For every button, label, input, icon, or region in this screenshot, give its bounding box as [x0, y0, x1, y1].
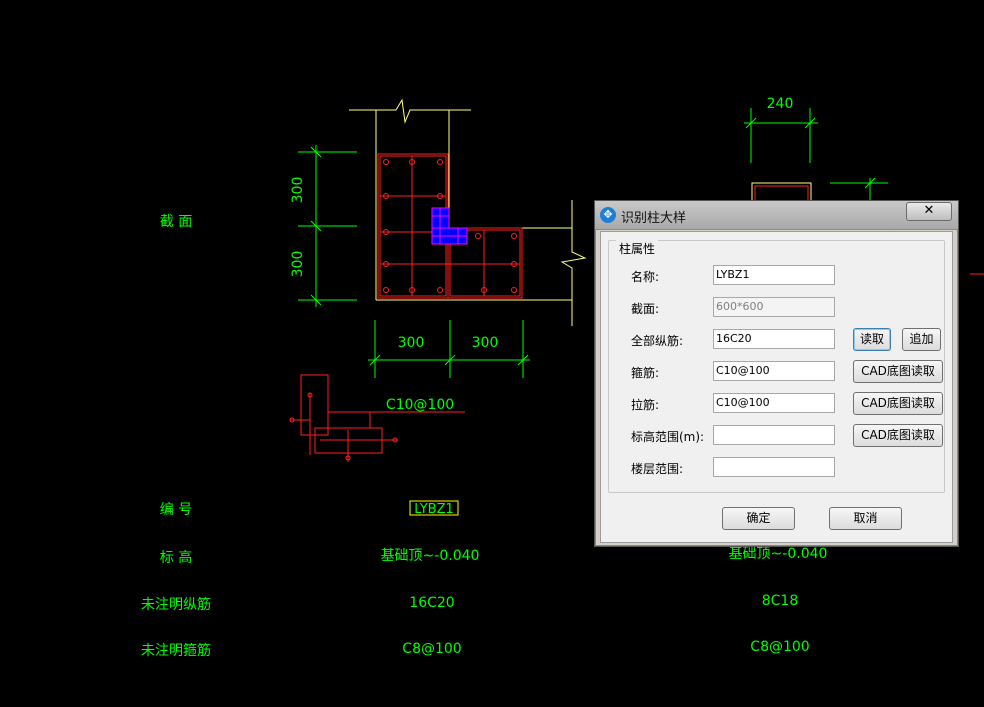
- name-label: 名称:: [631, 270, 660, 284]
- floor-range-field[interactable]: [713, 457, 835, 477]
- highlight-core-grid: [431, 207, 468, 245]
- read-button[interactable]: 读取: [853, 328, 891, 351]
- dialog-body: 柱属性 名称: LYBZ1 截面: 600*600 全部纵筋: 16C20 读取…: [600, 231, 953, 543]
- stirrup-label: 箍筋:: [631, 366, 660, 380]
- all-long-rebar-field[interactable]: 16C20: [713, 329, 835, 349]
- dimension-text-v-top: 300: [290, 177, 306, 204]
- row-label-id: 编 号: [160, 502, 192, 518]
- column-properties-group: 柱属性 名称: LYBZ1 截面: 600*600 全部纵筋: 16C20 读取…: [608, 240, 945, 493]
- floor-range-label: 楼层范围:: [631, 462, 684, 476]
- column1-elevation[interactable]: 基础顶~-0.040: [381, 547, 480, 564]
- append-button[interactable]: 追加: [902, 328, 941, 351]
- column2-stirrup[interactable]: C8@100: [750, 639, 809, 655]
- column2-elevation[interactable]: 基础顶~-0.040: [729, 545, 828, 562]
- cancel-button[interactable]: 取消: [829, 507, 902, 530]
- dialog-title: 识别柱大样: [621, 211, 687, 226]
- ok-button[interactable]: 确定: [722, 507, 795, 530]
- vertical-dimension-lines: [298, 145, 357, 307]
- cad-read-elevation-button[interactable]: CAD底图读取: [853, 424, 943, 447]
- column1-stirrup[interactable]: C8@100: [402, 641, 461, 657]
- dimension-text-v-bottom: 300: [290, 251, 306, 278]
- close-button[interactable]: ✕: [906, 202, 952, 221]
- horizontal-dimension-lines: [368, 320, 530, 378]
- elevation-range-label: 标高范围(m):: [631, 430, 705, 444]
- column1-long-rebar[interactable]: 16C20: [409, 595, 454, 611]
- tie-bar-field[interactable]: C10@100: [713, 393, 835, 413]
- name-field[interactable]: LYBZ1: [713, 265, 835, 285]
- row-label-stirrup: 未注明箍筋: [141, 642, 211, 659]
- row-label-section: 截 面: [160, 214, 192, 230]
- section-field: 600*600: [713, 297, 835, 317]
- cad-read-tie-button[interactable]: CAD底图读取: [853, 392, 943, 415]
- rebar-stirrups: [377, 153, 523, 299]
- elevation-range-field[interactable]: [713, 425, 835, 445]
- row-label-elevation: 标 高: [160, 549, 192, 566]
- dimension-text-right-top: 240: [767, 96, 794, 112]
- group-title: 柱属性: [616, 240, 659, 257]
- cad-read-stirrup-button[interactable]: CAD底图读取: [853, 360, 943, 383]
- column1-id[interactable]: LYBZ1: [414, 502, 454, 517]
- dialog-title-bar[interactable]: ✥ 识别柱大样 ✕: [595, 201, 958, 230]
- stirrup-detail-label: C10@100: [386, 397, 454, 413]
- dimension-text-h-right: 300: [472, 335, 499, 351]
- dimension-text-h-left: 300: [398, 335, 425, 351]
- section-label: 截面:: [631, 302, 660, 316]
- column2-long-rebar[interactable]: 8C18: [762, 593, 799, 609]
- identify-column-detail-dialog: ✥ 识别柱大样 ✕ 柱属性 名称: LYBZ1 截面: 600*600 全部纵筋…: [594, 200, 959, 547]
- app-icon: ✥: [600, 207, 616, 223]
- tie-bar-label: 拉筋:: [631, 398, 660, 412]
- stirrup-field[interactable]: C10@100: [713, 361, 835, 381]
- stirrup-detail-drawing: [289, 374, 465, 462]
- all-long-rebar-label: 全部纵筋:: [631, 334, 684, 348]
- row-label-long-rebar: 未注明纵筋: [141, 596, 211, 613]
